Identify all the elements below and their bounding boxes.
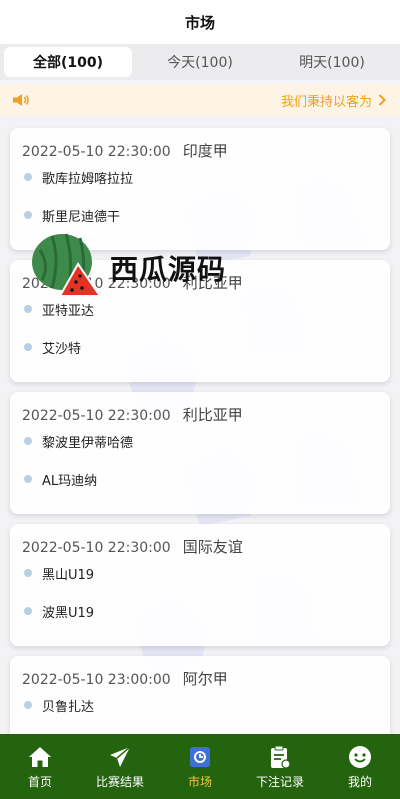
tabbar-item-market[interactable]: 市场 xyxy=(160,734,240,799)
home-icon xyxy=(27,744,53,770)
watermark: 西瓜源码 xyxy=(30,232,250,304)
tabbar-label: 市场 xyxy=(187,774,212,789)
home-team: 黎波里伊蒂哈德 xyxy=(22,432,378,451)
match-time: 2022-05-10 22:30:00 xyxy=(22,408,171,424)
away-team: 斯里尼迪德干 xyxy=(22,206,378,225)
tabbar-label: 首页 xyxy=(27,774,52,789)
away-team-name: 艾沙特 xyxy=(42,341,82,357)
watermark-text: 西瓜源码 xyxy=(110,253,227,286)
bottom-tab-bar: 首页 比赛结果 市场 下注记录 我的 xyxy=(0,734,400,799)
home-team: 黑山U19 xyxy=(22,564,378,583)
tabbar-item-home[interactable]: 首页 xyxy=(0,734,80,799)
smiley-icon xyxy=(347,744,373,770)
tabbar-item-me[interactable]: 我的 xyxy=(320,734,400,799)
top-bar: 市场 xyxy=(0,0,400,44)
tab-all[interactable]: 全部(100) xyxy=(4,47,132,77)
match-card[interactable]: 2022-05-10 23:00:00 阿尔甲 贝鲁扎达 xyxy=(10,656,390,734)
chevron-right-icon xyxy=(378,94,388,106)
home-team-name: 贝鲁扎达 xyxy=(42,699,95,715)
home-team-name: 歌库拉姆喀拉拉 xyxy=(42,171,134,187)
team-dot xyxy=(24,173,32,181)
away-team: AL玛迪纳 xyxy=(22,470,378,489)
market-icon xyxy=(187,744,213,770)
league-name: 国际友谊 xyxy=(182,538,243,556)
home-team-name: 黑山U19 xyxy=(42,567,95,583)
league-name: 利比亚甲 xyxy=(182,406,243,424)
away-team-name: 斯里尼迪德干 xyxy=(42,209,121,225)
tabbar-label: 我的 xyxy=(347,774,372,789)
match-card[interactable]: 2022-05-10 22:30:00 国际友谊 黑山U19 波黑U19 xyxy=(10,524,390,646)
away-team: 波黑U19 xyxy=(22,602,378,621)
tabbar-label: 下注记录 xyxy=(255,774,304,789)
tab-tomorrow[interactable]: 明天(100) xyxy=(268,47,396,77)
team-dot xyxy=(24,437,32,445)
paper-plane-icon xyxy=(107,744,133,770)
home-team: 歌库拉姆喀拉拉 xyxy=(22,168,378,187)
team-dot xyxy=(24,607,32,615)
page-title: 市场 xyxy=(184,13,215,32)
team-dot xyxy=(24,343,32,351)
team-dot xyxy=(24,475,32,483)
away-team: 艾沙特 xyxy=(22,338,378,357)
tab-today[interactable]: 今天(100) xyxy=(136,47,264,77)
watermelon-icon xyxy=(30,230,102,306)
league-name: 印度甲 xyxy=(182,142,228,160)
date-filter-tabs: 全部(100) 今天(100) 明天(100) xyxy=(0,44,400,80)
away-team-name: AL玛迪纳 xyxy=(42,473,98,489)
tabbar-item-results[interactable]: 比赛结果 xyxy=(80,734,160,799)
match-list[interactable]: 2022-05-10 22:30:00 印度甲 歌库拉姆喀拉拉 斯里尼迪德干 2… xyxy=(0,116,400,734)
speaker-icon xyxy=(12,92,32,108)
match-time: 2022-05-10 22:30:00 xyxy=(22,144,171,160)
notice-text: 我们秉持以客为 xyxy=(280,94,372,110)
team-dot xyxy=(24,701,32,709)
match-card[interactable]: 2022-05-10 22:30:00 利比亚甲 黎波里伊蒂哈德 AL玛迪纳 xyxy=(10,392,390,514)
tabbar-item-bet-records[interactable]: 下注记录 xyxy=(240,734,320,799)
home-team-name: 黎波里伊蒂哈德 xyxy=(42,435,134,451)
team-dot xyxy=(24,569,32,577)
team-dot xyxy=(24,305,32,313)
notice-bar[interactable]: 我们秉持以客为 xyxy=(0,84,400,116)
match-time: 2022-05-10 22:30:00 xyxy=(22,540,171,556)
match-time: 2022-05-10 23:00:00 xyxy=(22,672,171,688)
league-name: 阿尔甲 xyxy=(182,670,228,688)
away-team-name: 波黑U19 xyxy=(42,605,95,621)
home-team: 贝鲁扎达 xyxy=(22,696,378,715)
clipboard-icon xyxy=(267,744,293,770)
tabbar-label: 比赛结果 xyxy=(95,774,144,789)
team-dot xyxy=(24,211,32,219)
